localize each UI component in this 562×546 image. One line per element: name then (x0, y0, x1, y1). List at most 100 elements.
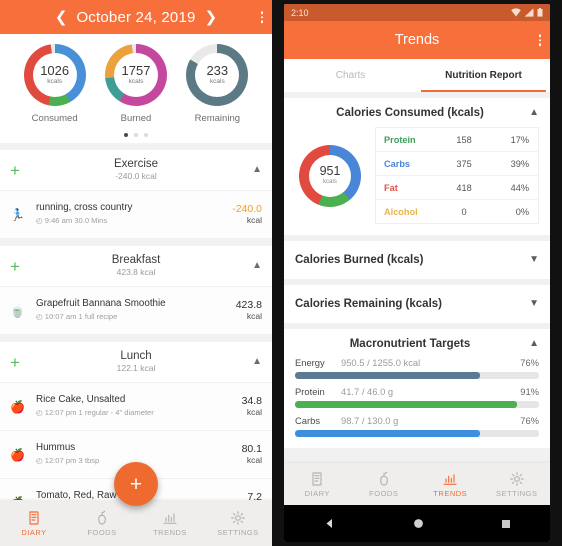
chevron-up-icon[interactable]: ▲ (236, 165, 262, 175)
right-bottom-tabbar[interactable]: DIARY FOODS TRENDS SETTINGS (284, 463, 550, 505)
left-bottom-tabbar[interactable]: DIARY FOODS TRENDS SETTINGS (0, 500, 272, 546)
item-icon: 🍵 (10, 305, 36, 317)
tab-trends[interactable]: TRENDS (417, 471, 484, 498)
item-name: Hummus (36, 442, 76, 454)
tab-diary[interactable]: DIARY (284, 471, 351, 498)
diary-date-label[interactable]: October 24, 2019 (76, 9, 195, 26)
card-calories-remaining[interactable]: Calories Remaining (kcals) ▼ (284, 285, 550, 323)
donut-center: 1026 kcals (32, 53, 77, 97)
page-dot[interactable] (124, 133, 128, 137)
nutrient-amount: 0 (461, 206, 467, 217)
status-system-icons (511, 8, 543, 17)
ring-unit: kcals (323, 178, 337, 185)
back-icon[interactable] (323, 517, 336, 530)
chart-icon (443, 473, 457, 485)
tab-label: SETTINGS (217, 527, 259, 537)
section-titles: Exercise -240.0 kcal (36, 157, 236, 183)
card-title: Calories Consumed (kcals) (336, 107, 484, 119)
list-item[interactable]: 🍵 Grapefruit Bannana Smoothie ◴ 10:07 am 1… (0, 287, 272, 335)
home-icon[interactable] (413, 518, 424, 529)
progress-fill (295, 372, 481, 379)
donut-chart-burned: 1757 kcals (104, 44, 167, 106)
page-dot[interactable] (144, 133, 148, 137)
summary-rings-card: 1026 kcals Consumed 1757 kcals Burned 23… (0, 34, 272, 143)
previous-day-icon[interactable]: ❮ (46, 10, 77, 25)
tab-foods[interactable]: FOODS (68, 510, 136, 537)
plus-icon[interactable]: + (10, 258, 36, 275)
chevron-down-icon[interactable]: ▼ (525, 299, 539, 309)
kebab-menu-icon[interactable] (260, 11, 263, 23)
section-header[interactable]: + Lunch 122.1 kcal ▲ (0, 342, 272, 383)
card-header[interactable]: Calories Remaining (kcals) ▼ (295, 298, 539, 310)
tab-settings[interactable]: SETTINGS (484, 471, 551, 498)
ring-unit: kcals (47, 78, 63, 86)
nutrient-name: Alcohol (384, 206, 418, 217)
section-subtitle: 423.8 kcal (116, 267, 156, 278)
kebab-menu-icon[interactable] (538, 34, 541, 46)
add-entry-fab[interactable]: + (114, 462, 158, 506)
right-phone-screen: 2:10 Trends Charts Nutrition Report Calor… (284, 4, 550, 542)
tab-trends[interactable]: TRENDS (136, 510, 204, 537)
chevron-down-icon[interactable]: ▼ (525, 255, 539, 265)
apple-icon: 🍎 (10, 447, 25, 462)
bowl-icon: 🍵 (10, 303, 25, 318)
diary-icon (312, 471, 322, 486)
tab-nutrition-report[interactable]: Nutrition Report (417, 59, 550, 92)
plus-icon[interactable]: + (10, 354, 36, 371)
section-exercise: + Exercise -240.0 kcal ▲ 🏃 running, cross cou… (0, 150, 272, 239)
progress-value: 98.7 / 130.0 g (341, 415, 399, 426)
ring-value: 1026 (40, 62, 70, 78)
item-calorie-unit: kcal (246, 455, 262, 466)
card-header[interactable]: Calories Burned (kcals) ▼ (295, 254, 539, 266)
item-text: Rice Cake, Unsalted ◴ 12:07 pm 1 regular … (36, 394, 242, 418)
tab-settings[interactable]: SETTINGS (204, 510, 272, 537)
list-item[interactable]: 🏃 running, cross country ◴ 9:46 am 30.0 Mi… (0, 191, 272, 239)
tab-label: FOODS (369, 488, 399, 498)
chevron-up-icon[interactable]: ▲ (525, 339, 539, 349)
table-row: Fat 418 44% (376, 176, 538, 200)
tab-diary[interactable]: DIARY (0, 510, 68, 537)
progress-item: Carbs 98.7 / 130.0 g 76% (295, 415, 539, 437)
section-breakfast: + Breakfast 423.8 kcal ▲ 🍵 Grapefruit Bannana… (0, 246, 272, 335)
section-subtitle: -240.0 kcal (115, 171, 157, 182)
item-value-group: 80.1 kcal (242, 443, 262, 467)
macro-breakdown-table: Protein 158 17% Carbs 375 39% Fat 418 44% Alcohol… (375, 127, 539, 224)
chevron-up-icon[interactable]: ▲ (236, 357, 262, 367)
tab-label: DIARY (304, 488, 330, 498)
card-header[interactable]: Macronutrient Targets ▲ (295, 338, 539, 350)
tab-foods[interactable]: FOODS (351, 471, 418, 498)
chevron-up-icon[interactable]: ▲ (525, 108, 539, 118)
trends-tabs[interactable]: Charts Nutrition Report (284, 59, 550, 92)
recents-icon[interactable] (501, 519, 511, 529)
tab-charts[interactable]: Charts (284, 59, 417, 92)
progress-item: Energy 950.5 / 1255.0 kcal 76% (295, 357, 539, 379)
plus-icon[interactable]: + (10, 162, 36, 179)
android-navigation-bar[interactable] (284, 505, 550, 542)
list-item[interactable]: 🍎 Rice Cake, Unsalted ◴ 12:07 pm 1 regular… (0, 383, 272, 431)
progress-track (295, 372, 539, 379)
ring-burned[interactable]: 1757 kcals Burned (98, 44, 174, 124)
section-header[interactable]: + Breakfast 423.8 kcal ▲ (0, 246, 272, 287)
section-header[interactable]: + Exercise -240.0 kcal ▲ (0, 150, 272, 191)
page-indicator-dots[interactable] (0, 133, 272, 137)
ring-label: Burned (120, 113, 152, 124)
progress-label: Energy (295, 357, 325, 368)
table-row: Carbs 375 39% (376, 152, 538, 176)
donut-chart-macros: 951 kcals (299, 144, 361, 207)
item-name: Grapefruit Bannana Smoothie (36, 298, 166, 310)
diary-icon (29, 510, 39, 525)
item-calories: -240.0 (232, 202, 262, 215)
section-title: Breakfast (111, 254, 161, 267)
card-calories-burned[interactable]: Calories Burned (kcals) ▼ (284, 241, 550, 279)
section-title: Lunch (120, 350, 152, 363)
next-day-icon[interactable]: ❯ (196, 10, 227, 25)
apple-icon (98, 510, 106, 525)
chevron-up-icon[interactable]: ▲ (236, 261, 262, 271)
page-dot[interactable] (134, 133, 138, 137)
progress-percent: 91% (520, 386, 539, 397)
nutrient-amount: 418 (456, 182, 472, 193)
card-header[interactable]: Calories Consumed (kcals) ▲ (295, 107, 539, 119)
ring-consumed[interactable]: 1026 kcals Consumed (17, 44, 93, 124)
ring-remaining[interactable]: 233 kcals Remaining (179, 44, 255, 124)
item-icon: 🏃 (10, 209, 36, 221)
